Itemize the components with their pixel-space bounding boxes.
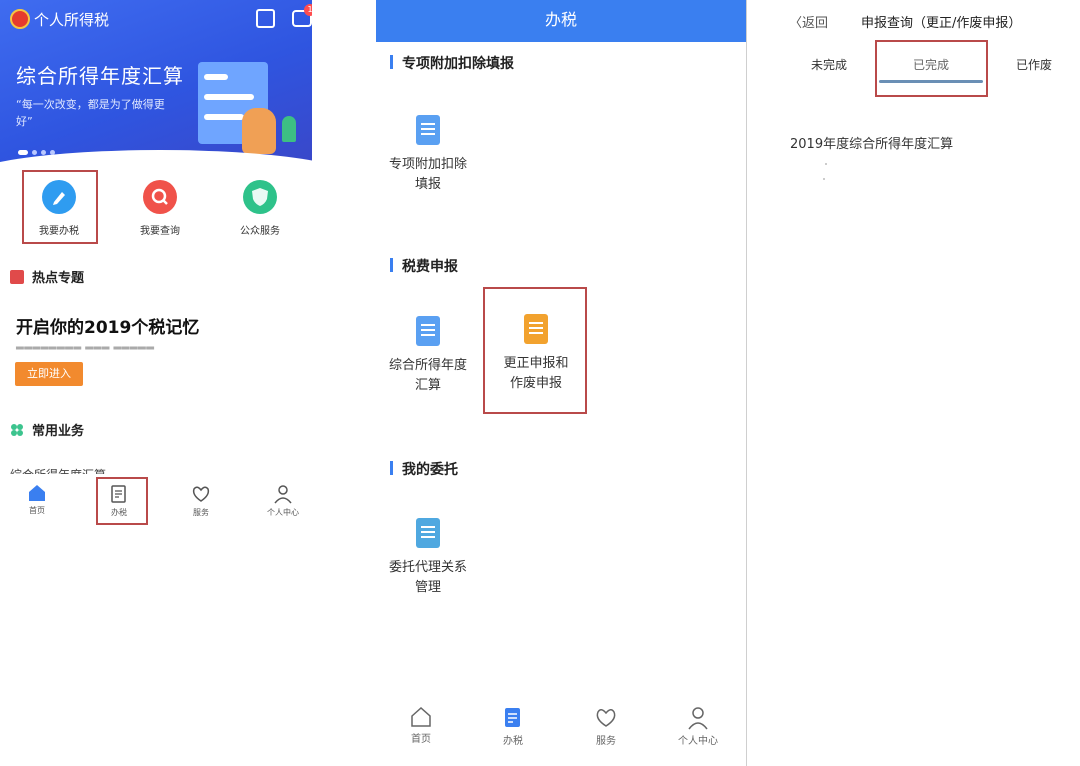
notification-badge: 1 [304,4,312,16]
banner-plant-illustration [282,116,296,142]
common-service-item-label: 综合所得年度汇算 [10,466,210,474]
delegation-doc-icon [416,518,440,548]
banner-illustration-line [204,114,244,120]
highlight-box [875,40,988,97]
section-title: 我的委托 [390,459,458,479]
nav-label: 办税 [503,736,523,747]
section-title: 专项附加扣除填报 [390,53,514,73]
user-icon [274,485,292,504]
common-services-heading: 常用业务 [10,420,84,439]
special-deduction-entry[interactable]: 专项附加扣除 填报 [378,115,478,195]
banner-illustration-line [204,74,228,80]
quick-action-query[interactable]: 我要查询 [120,180,200,237]
item-label: 综合所得年度 汇算 [388,358,467,393]
hot-topic-headline[interactable]: 开启你的2019个税记忆 [16,313,199,338]
clover-icon [10,423,24,437]
tax-emblem-icon [10,9,30,29]
quick-action-public-service[interactable]: 公众服务 [220,180,300,237]
nav-home[interactable]: 首页 [391,706,451,745]
faint-mark [823,178,825,180]
faint-mark [825,163,827,165]
tax-doc-icon [416,316,440,346]
filing-query-screen: 〈返回 申报查询（更正/作废申报） 未完成 已完成 已作废 2019年度综合所得… [746,0,1080,766]
enter-now-button[interactable]: 立即进入 [15,362,83,386]
user-icon [688,707,708,730]
ribbon-icon [10,270,24,284]
nav-label: 服务 [193,508,209,517]
nav-tax[interactable]: 办税 [483,706,543,747]
filing-record[interactable]: 2019年度综合所得年度汇算 [790,133,953,152]
nav-label: 首页 [29,506,45,515]
home-icon [411,706,431,727]
section-title: 税费申报 [390,256,458,276]
highlight-box [96,477,148,525]
item-label: 委托代理关系 管理 [388,560,467,595]
banner-title[interactable]: 综合所得年度汇算 [16,60,184,89]
quick-action-label: 我要查询 [140,226,180,237]
nav-service[interactable]: 服务 [176,484,226,518]
scan-icon[interactable] [256,9,275,28]
common-service-item[interactable]: 综合所得年度汇算 [10,462,210,474]
banner-person-illustration [242,108,276,154]
hot-topic-subtext: ▂▂▂▂▂▂▂▂ ▂▂▂ ▂▂▂▂▂ [16,339,155,350]
shield-heart-icon [243,180,277,214]
item-label: 专项附加扣除 填报 [388,157,467,192]
hot-topics-title: 热点专题 [32,271,85,286]
banner-illustration-line [204,94,254,100]
carousel-dots[interactable] [18,150,55,155]
tax-header: 办税 [376,0,746,42]
nav-label: 个人中心 [267,508,299,517]
highlight-box [22,170,98,244]
hot-topics-heading: 热点专题 [10,267,84,286]
search-icon [143,180,177,214]
tab-voided[interactable]: 已作废 [1016,56,1052,73]
nav-personal-center[interactable]: 个人中心 [668,706,728,747]
quick-action-label: 公众服务 [240,226,280,237]
common-services-title: 常用业务 [32,424,85,439]
page-title: 办税 [544,10,577,29]
delegation-management-entry[interactable]: 委托代理关系 管理 [378,518,478,598]
nav-personal-center[interactable]: 个人中心 [258,484,308,518]
app-name: 个人所得税 [34,11,110,29]
heart-hand-icon [192,486,210,502]
page-title: 申报查询（更正/作废申报） [861,16,1022,31]
tax-screen: 办税 专项附加扣除填报 专项附加扣除 填报 税费申报 综合所得年度 汇算 更正申… [376,0,746,766]
nav-label: 服务 [596,736,616,747]
home-screen: 个人所得税 1 综合所得年度汇算 “每一次改变，都是为了做得更好” 我要办税 我… [0,0,312,766]
nav-service[interactable]: 服务 [576,706,636,747]
form-edit-icon [416,115,440,145]
tax-doc-icon [505,708,520,727]
nav-home[interactable]: 首页 [12,484,62,516]
home-icon [29,485,45,501]
back-button[interactable]: 〈返回 [789,12,828,31]
tab-incomplete[interactable]: 未完成 [811,56,847,73]
nav-label: 个人中心 [678,736,718,747]
highlight-box [483,287,587,414]
heart-hand-icon [596,709,616,727]
annual-settlement-entry[interactable]: 综合所得年度 汇算 [378,316,478,396]
nav-label: 首页 [411,734,431,745]
banner-subtitle: “每一次改变，都是为了做得更好” [16,98,165,128]
